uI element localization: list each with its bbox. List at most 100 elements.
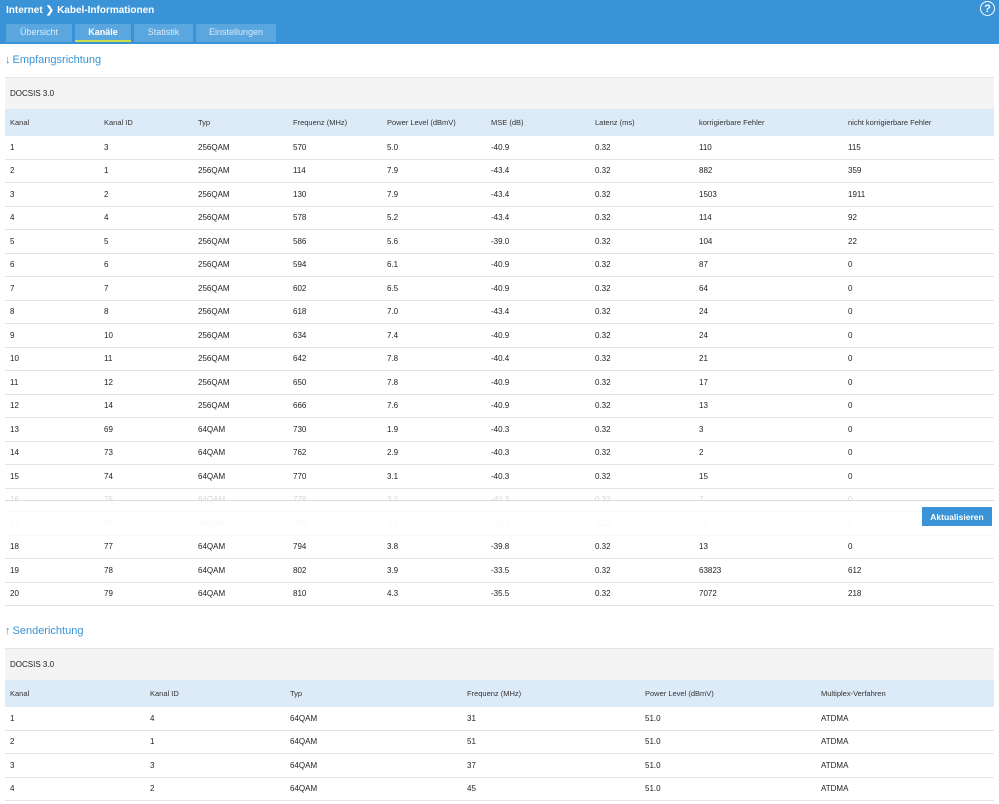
table-cell: 64QAM xyxy=(285,707,462,731)
table-cell: 37 xyxy=(462,753,640,778)
table-cell: 3 xyxy=(145,753,285,778)
table-cell: 0.32 xyxy=(590,394,694,418)
table-cell: 74 xyxy=(99,464,193,489)
tab-einstellungen[interactable]: Einstellungen xyxy=(196,24,276,42)
downstream-title-text: Empfangsrichtung xyxy=(12,54,102,66)
tab-bar: Übersicht Kanäle Statistik Einstellungen xyxy=(6,24,276,44)
table-cell: -33.5 xyxy=(486,558,590,583)
table-cell: 256QAM xyxy=(193,159,288,183)
upstream-header-row: Kanal Kanal ID Typ Frequenz (MHz) Power Leve… xyxy=(5,680,994,707)
table-cell: 578 xyxy=(288,206,382,230)
table-row: 15 74 64QAM 770 3.1 -40.3 0.32 15 0 xyxy=(5,464,994,489)
table-cell: 2 xyxy=(694,441,843,465)
table-cell: 0.32 xyxy=(590,417,694,442)
table-cell: 13 xyxy=(5,417,99,442)
table-cell: 0.32 xyxy=(590,370,694,395)
tab-statistik[interactable]: Statistik xyxy=(134,24,193,42)
column-header: Kanal ID xyxy=(145,680,285,707)
table-cell: 7.8 xyxy=(382,370,486,395)
table-row: 3 3 64QAM 37 51.0 ATDMA xyxy=(5,753,994,778)
table-cell: 1 xyxy=(5,707,145,731)
table-cell: 3 xyxy=(694,417,843,442)
breadcrumb-item-internet[interactable]: Internet xyxy=(6,5,43,16)
table-row: 9 10 256QAM 634 7.4 -40.9 0.32 24 0 xyxy=(5,323,994,348)
help-icon[interactable]: ? xyxy=(980,1,995,16)
table-cell: 802 xyxy=(288,558,382,583)
table-cell: 17 xyxy=(694,370,843,395)
table-cell: 4.3 xyxy=(382,582,486,606)
table-cell: 22 xyxy=(843,229,994,254)
table-cell: 11 xyxy=(99,347,193,371)
table-cell: 7072 xyxy=(694,582,843,606)
table-cell: 7.4 xyxy=(382,323,486,348)
table-cell: 0 xyxy=(843,417,994,442)
table-row: 11 12 256QAM 650 7.8 -40.9 0.32 17 0 xyxy=(5,370,994,395)
table-cell: 14 xyxy=(5,441,99,465)
table-cell: 64QAM xyxy=(285,777,462,801)
table-cell: 0.32 xyxy=(590,558,694,583)
table-cell: 359 xyxy=(843,159,994,183)
table-cell: 24 xyxy=(694,323,843,348)
table-cell: 5.0 xyxy=(382,136,486,160)
table-cell: 87 xyxy=(694,253,843,277)
table-cell: 0.32 xyxy=(590,535,694,559)
table-cell: 0.32 xyxy=(590,323,694,348)
table-cell: 0.32 xyxy=(590,229,694,254)
table-cell: 13 xyxy=(694,394,843,418)
table-cell: 0 xyxy=(843,253,994,277)
table-cell: -40.9 xyxy=(486,394,590,418)
table-cell: 770 xyxy=(288,464,382,489)
table-cell: 256QAM xyxy=(193,347,288,371)
table-cell: 0.32 xyxy=(590,464,694,489)
column-header: Kanal xyxy=(5,680,145,707)
table-cell: ATDMA xyxy=(816,753,994,778)
table-cell: 73 xyxy=(99,441,193,465)
table-cell: 642 xyxy=(288,347,382,371)
table-row: 6 6 256QAM 594 6.1 -40.9 0.32 87 0 xyxy=(5,253,994,277)
column-header: Frequenz (MHz) xyxy=(288,109,382,136)
table-cell: 0 xyxy=(843,464,994,489)
table-cell: 12 xyxy=(99,370,193,395)
table-cell: 64QAM xyxy=(193,582,288,606)
refresh-button[interactable]: Aktualisieren xyxy=(922,507,992,526)
table-cell: 14 xyxy=(99,394,193,418)
table-cell: -39.8 xyxy=(486,535,590,559)
table-cell: 0 xyxy=(843,394,994,418)
table-cell: 5 xyxy=(99,229,193,254)
table-row: 10 11 256QAM 642 7.8 -40.4 0.32 21 0 xyxy=(5,347,994,371)
table-cell: 0.32 xyxy=(590,206,694,230)
table-cell: -40.3 xyxy=(486,464,590,489)
table-cell: 6 xyxy=(5,253,99,277)
column-header: Latenz (ms) xyxy=(590,109,694,136)
table-cell: 0.32 xyxy=(590,136,694,160)
table-cell: 12 xyxy=(5,394,99,418)
column-header: Power Level (dBmV) xyxy=(382,109,486,136)
table-cell: -40.9 xyxy=(486,253,590,277)
table-cell: 77 xyxy=(99,535,193,559)
table-cell: 882 xyxy=(694,159,843,183)
table-cell: 0.32 xyxy=(590,300,694,324)
table-cell: 51.0 xyxy=(640,753,816,778)
table-cell: 51.0 xyxy=(640,730,816,754)
table-row: 13 69 64QAM 730 1.9 -40.3 0.32 3 0 xyxy=(5,417,994,442)
table-cell: 7.0 xyxy=(382,300,486,324)
tab-kanaele[interactable]: Kanäle xyxy=(75,24,131,42)
table-cell: 570 xyxy=(288,136,382,160)
table-cell: 4 xyxy=(5,206,99,230)
table-cell: 618 xyxy=(288,300,382,324)
column-header: Typ xyxy=(193,109,288,136)
table-cell: 6 xyxy=(99,253,193,277)
downstream-header-row: Kanal Kanal ID Typ Frequenz (MHz) Power Leve… xyxy=(5,109,994,136)
table-cell: 64 xyxy=(694,276,843,301)
table-row: 18 77 64QAM 794 3.8 -39.8 0.32 13 0 xyxy=(5,535,994,559)
tab-uebersicht[interactable]: Übersicht xyxy=(6,24,72,42)
table-cell: -40.9 xyxy=(486,323,590,348)
table-cell: 612 xyxy=(843,558,994,583)
table-cell: 256QAM xyxy=(193,182,288,207)
table-cell: 0 xyxy=(843,441,994,465)
table-cell: 0.32 xyxy=(590,582,694,606)
downstream-docsis-label: DOCSIS 3.0 xyxy=(5,77,994,109)
table-cell: -35.5 xyxy=(486,582,590,606)
table-cell: -43.4 xyxy=(486,159,590,183)
table-cell: 1 xyxy=(145,730,285,754)
